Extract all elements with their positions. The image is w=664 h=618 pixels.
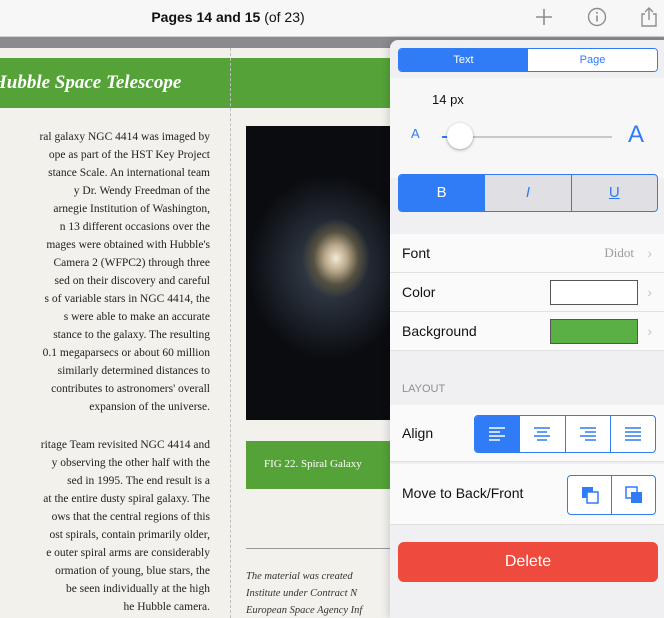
background-row[interactable]: Background › [390,312,664,351]
slider-small-a-label: A [411,126,420,141]
align-justify-button[interactable] [609,416,655,452]
align-label: Align [402,425,434,441]
document-header-text: Hubble Space Telescope [0,72,182,93]
inspector-tabs: Text Page [398,48,658,72]
font-size-slider-thumb[interactable] [446,123,473,149]
italic-button[interactable]: I [484,175,570,211]
chevron-right-icon: › [647,284,652,300]
chevron-right-icon: › [647,323,652,339]
underline-button[interactable]: U [570,175,657,211]
text-style-buttons: B I U [398,174,658,212]
font-value: Didot [604,245,634,260]
align-center-icon [534,427,551,441]
align-left-button[interactable] [475,416,520,452]
align-left-icon [489,427,506,441]
align-justify-icon [624,427,641,441]
tab-page[interactable]: Page [528,49,657,71]
page-title: Pages 14 and 15 (of 23) [0,9,456,25]
move-to-back-button[interactable] [568,476,611,514]
tab-text[interactable]: Text [399,49,528,71]
body-paragraph-2[interactable]: ritage Team revisited NGC 4414 and y obs… [0,436,210,616]
color-row[interactable]: Color › [390,273,664,312]
move-label: Move to Back/Front [402,485,524,501]
align-center-button[interactable] [519,416,564,452]
page-title-suffix: (of 23) [264,9,305,25]
column-divider [230,48,231,618]
plus-icon[interactable] [533,6,555,28]
font-label: Font [402,245,431,261]
delete-button[interactable]: Delete [398,542,658,582]
chevron-right-icon: › [647,245,652,261]
toolbar: Pages 14 and 15 (of 23) [0,0,664,37]
body-paragraph-1[interactable]: ral galaxy NGC 4414 was imaged by ope as… [0,128,210,416]
footnote-text[interactable]: The material was created Institute under… [246,568,362,618]
bold-button[interactable]: B [399,175,485,211]
document-header[interactable]: Hubble Space Telescope [0,58,392,108]
background-label: Background [402,323,477,339]
move-back-icon [581,487,599,504]
move-front-icon [624,486,642,503]
figure-caption: FIG 22. Spiral Galaxy [264,458,362,470]
align-right-button[interactable] [564,416,610,452]
color-label: Color [402,284,436,300]
slider-large-a-label: A [628,121,645,148]
info-icon[interactable] [586,6,608,28]
align-right-icon [579,427,596,441]
share-icon[interactable] [638,6,660,28]
font-size-value: 14 px [432,92,464,107]
font-row[interactable]: Font Didot › [390,234,664,273]
figure-caption-box[interactable]: FIG 22. Spiral Galaxy [246,441,392,489]
background-swatch[interactable] [550,319,638,344]
move-buttons [567,475,656,515]
footnote-rule [246,548,392,549]
format-inspector: Text Page 14 px A A B I U Font Didot › C… [390,40,664,618]
color-swatch[interactable] [550,280,638,305]
page-title-bold: Pages 14 and 15 [151,9,261,25]
galaxy-image[interactable] [246,126,392,420]
move-to-front-button[interactable] [611,476,655,514]
layout-section-header: LAYOUT [402,383,446,395]
document-page[interactable]: Hubble Space Telescope ral galaxy NGC 44… [0,48,392,618]
align-buttons [474,415,656,453]
